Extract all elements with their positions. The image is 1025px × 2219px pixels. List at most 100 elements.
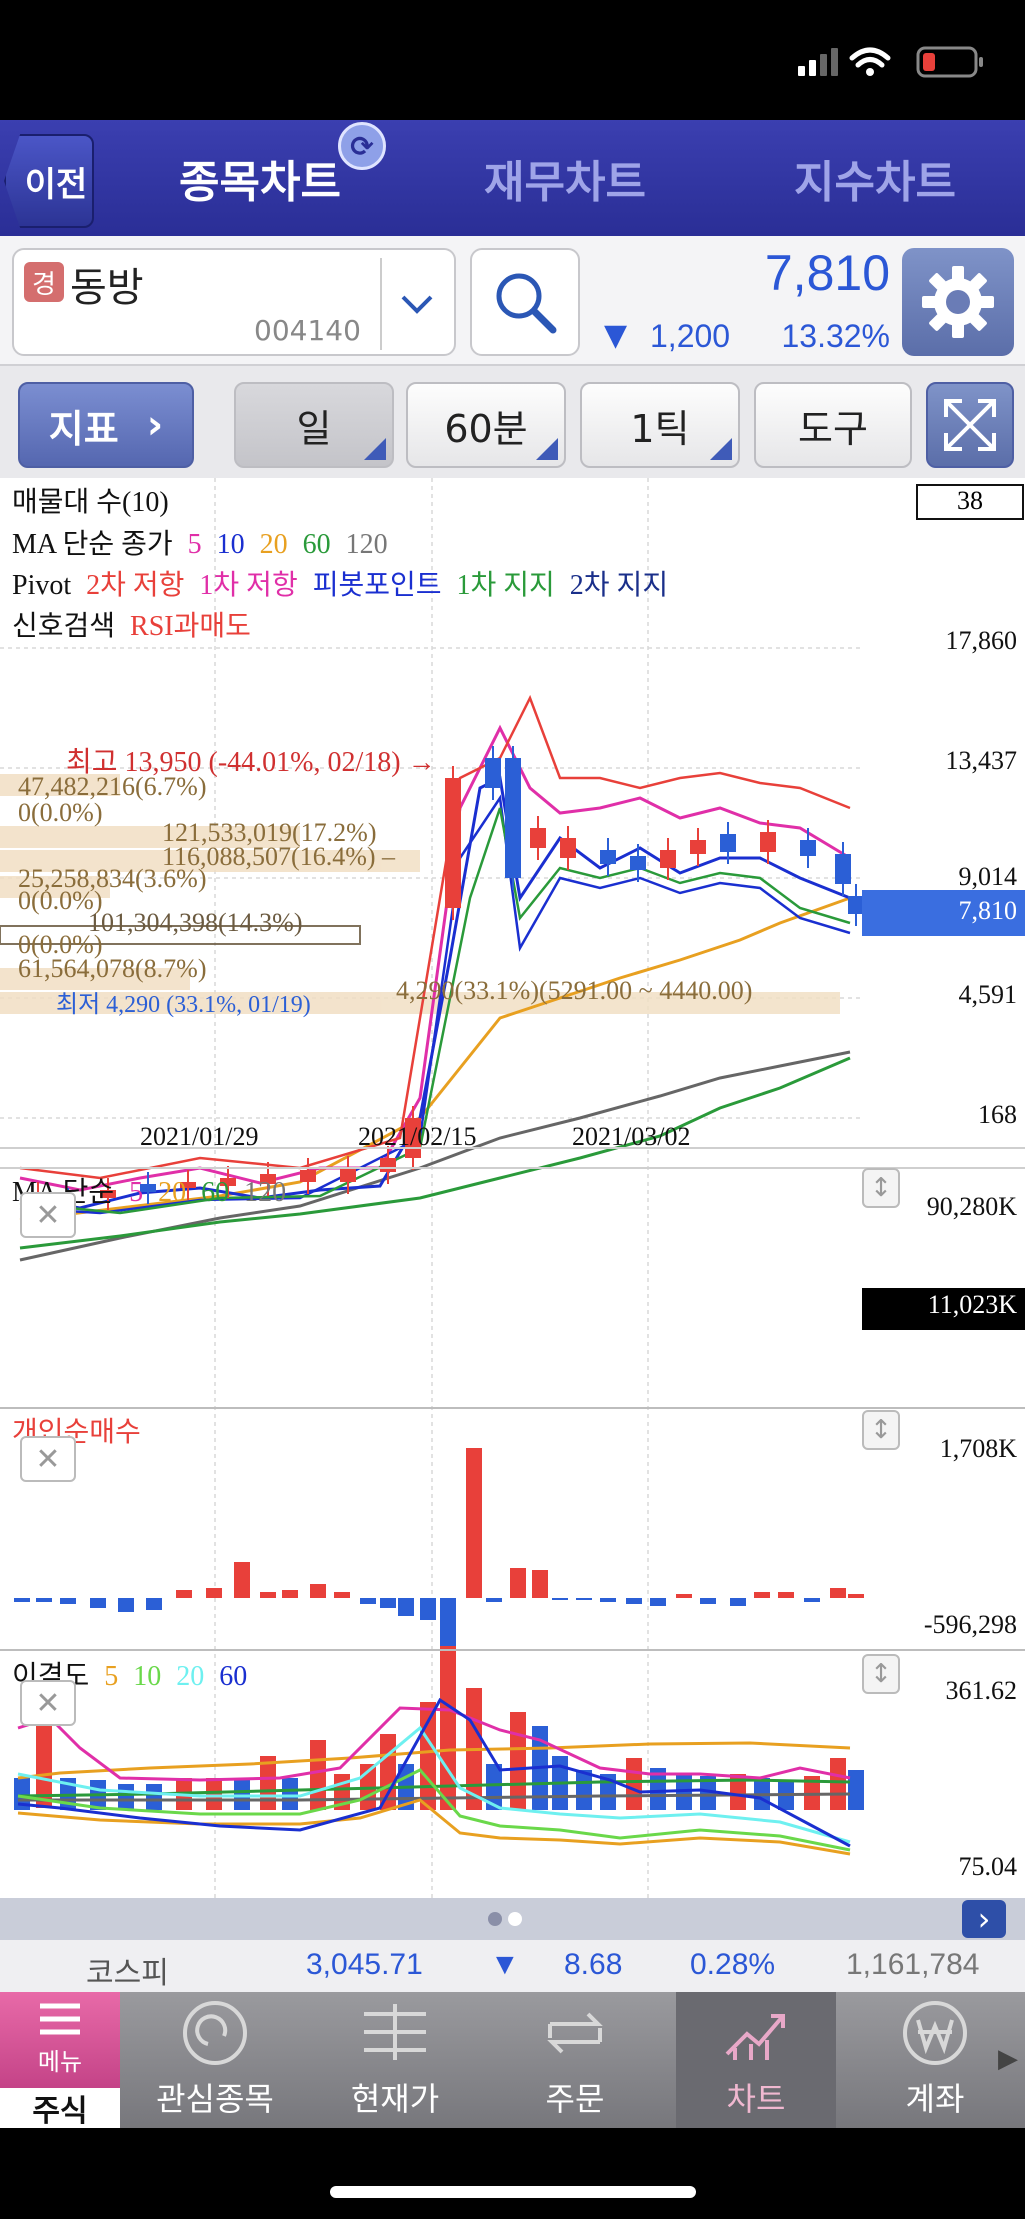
tab-account[interactable]: 계좌 — [850, 1992, 1020, 2128]
individual-bar-11 — [310, 1584, 326, 1598]
candle-12 — [485, 758, 501, 788]
tab-current-price[interactable]: 현재가 — [310, 1992, 480, 2128]
legend-pivot: Pivot 2차 저항 1차 저항 피봇포인트 1차 지지 2차 지지 — [12, 563, 668, 603]
tab-current-price-label: 현재가 — [350, 2080, 440, 2118]
individual-bar-8 — [234, 1562, 250, 1598]
signal-icon — [798, 48, 838, 76]
volume-plot — [14, 1624, 864, 1810]
individual-bar-18 — [466, 1448, 482, 1598]
stock-code: 004140 — [254, 314, 361, 347]
legend-signal-prefix: 신호검색 — [12, 611, 116, 642]
individual-bar-26 — [650, 1598, 666, 1606]
settings-button[interactable] — [902, 248, 1014, 356]
gear-icon — [922, 266, 994, 338]
legend-ma-20: 20 — [259, 529, 288, 560]
refresh-icon[interactable]: ⟳ — [338, 122, 386, 170]
volume-bar-5 — [146, 1784, 162, 1810]
ma120-line — [19, 1050, 851, 1262]
indicator-label: 지표 — [48, 406, 119, 451]
chevron-right-icon: › — [146, 402, 164, 448]
search-icon — [496, 273, 557, 334]
period-tick-button[interactable]: 1틱 — [580, 382, 740, 468]
candle-9 — [380, 1158, 396, 1172]
close-disparity-pane-icon[interactable]: ✕ — [20, 1680, 76, 1726]
individual-bar-19 — [486, 1598, 502, 1602]
individual-max-label: 1,708K — [939, 1434, 1017, 1463]
y-label-4: 168 — [978, 1100, 1017, 1129]
hamburger-icon — [40, 2003, 80, 2035]
individual-min-label: -596,298 — [923, 1610, 1017, 1639]
candle-23 — [835, 854, 851, 884]
tab-index-chart[interactable]: 지수차트 — [770, 120, 980, 236]
individual-bar-21 — [532, 1570, 548, 1598]
candle-22 — [800, 840, 816, 856]
individual-bar-15 — [398, 1598, 414, 1616]
market-arrow-icon: ▼ — [490, 1948, 520, 1981]
individual-bar-25 — [626, 1598, 642, 1604]
close-individual-pane-icon[interactable]: ✕ — [20, 1436, 76, 1482]
market-change: 8.68 — [564, 1948, 623, 1981]
individual-bar-24 — [600, 1598, 616, 1602]
individual-bar-17 — [440, 1598, 456, 1646]
wifi-icon — [849, 47, 891, 68]
status-icons — [798, 46, 983, 78]
legend-pivot-prefix: Pivot — [12, 570, 72, 601]
volume-bar-17 — [440, 1624, 456, 1810]
individual-net-buy-plot — [14, 1448, 864, 1646]
candle-18 — [660, 850, 676, 868]
candle-17 — [630, 856, 646, 870]
candle-20 — [720, 834, 736, 852]
chevron-down-icon[interactable] — [380, 258, 452, 350]
candle-11 — [445, 778, 461, 908]
tab-stock-chart[interactable]: 종목차트 — [150, 120, 370, 236]
candle-19 — [690, 840, 706, 854]
back-button[interactable]: 이전 — [4, 134, 94, 228]
candle-8 — [340, 1168, 356, 1182]
period-day-label: 일 — [296, 406, 332, 451]
tab-order[interactable]: 주문 — [490, 1992, 660, 2128]
tab-stocks[interactable]: 주식 — [0, 2088, 120, 2129]
tab-watchlist-label: 관심종목 — [156, 2080, 274, 2118]
tab-watchlist[interactable]: 관심종목 — [130, 1992, 300, 2128]
volume-bar-23 — [576, 1770, 592, 1810]
individual-bar-3 — [90, 1598, 106, 1608]
individual-bar-23 — [576, 1598, 592, 1600]
dropdown-corner-icon — [710, 438, 732, 460]
more-tabs-icon[interactable]: ▶ — [998, 2044, 1018, 2074]
individual-bar-10 — [282, 1590, 298, 1598]
individual-bar-30 — [754, 1592, 770, 1598]
volume-bar-34 — [848, 1770, 864, 1810]
period-day-button[interactable]: 일 — [234, 382, 394, 468]
page-dots[interactable] — [486, 1910, 526, 1928]
candle-14 — [530, 828, 546, 848]
individual-bar-32 — [804, 1598, 820, 1602]
y-label-2: 9,014 — [958, 862, 1018, 891]
individual-bar-14 — [380, 1598, 396, 1608]
legend-signal-rsi: RSI과매도 — [130, 611, 251, 642]
next-page-icon[interactable]: › — [962, 1900, 1006, 1938]
tab-chart[interactable]: 차트 — [676, 1992, 836, 2128]
period-60min-button[interactable]: 60분 — [406, 382, 566, 468]
legend-pivot-point: 피봇포인트 — [312, 570, 442, 601]
market-badge: 경 — [24, 262, 64, 302]
dropdown-corner-icon — [364, 438, 386, 460]
search-button[interactable] — [470, 248, 580, 356]
expand-button[interactable] — [926, 382, 1014, 468]
down-arrow-icon: ▼ — [604, 318, 628, 353]
candle-7 — [300, 1170, 316, 1182]
price-change: 1,200 — [650, 318, 731, 354]
individual-bar-16 — [420, 1598, 436, 1620]
tab-financial-chart[interactable]: 재무차트 — [460, 120, 670, 236]
candle-21 — [760, 832, 776, 852]
legend-volume-profile: 매물대 수(10) — [12, 487, 169, 518]
close-volume-pane-icon[interactable]: ✕ — [20, 1192, 76, 1238]
individual-bar-20 — [510, 1568, 526, 1598]
indicator-button[interactable]: 지표 › — [18, 382, 194, 468]
candle-15 — [560, 838, 576, 858]
x-label-1: 2021/02/15 — [358, 1122, 477, 1151]
legend-ma-5: 5 — [187, 529, 202, 560]
legend-pivot-s2: 2차 지지 — [569, 570, 669, 601]
battery-icon — [916, 46, 983, 78]
individual-bar-4 — [118, 1598, 134, 1612]
tool-button[interactable]: 도구 — [754, 382, 912, 468]
